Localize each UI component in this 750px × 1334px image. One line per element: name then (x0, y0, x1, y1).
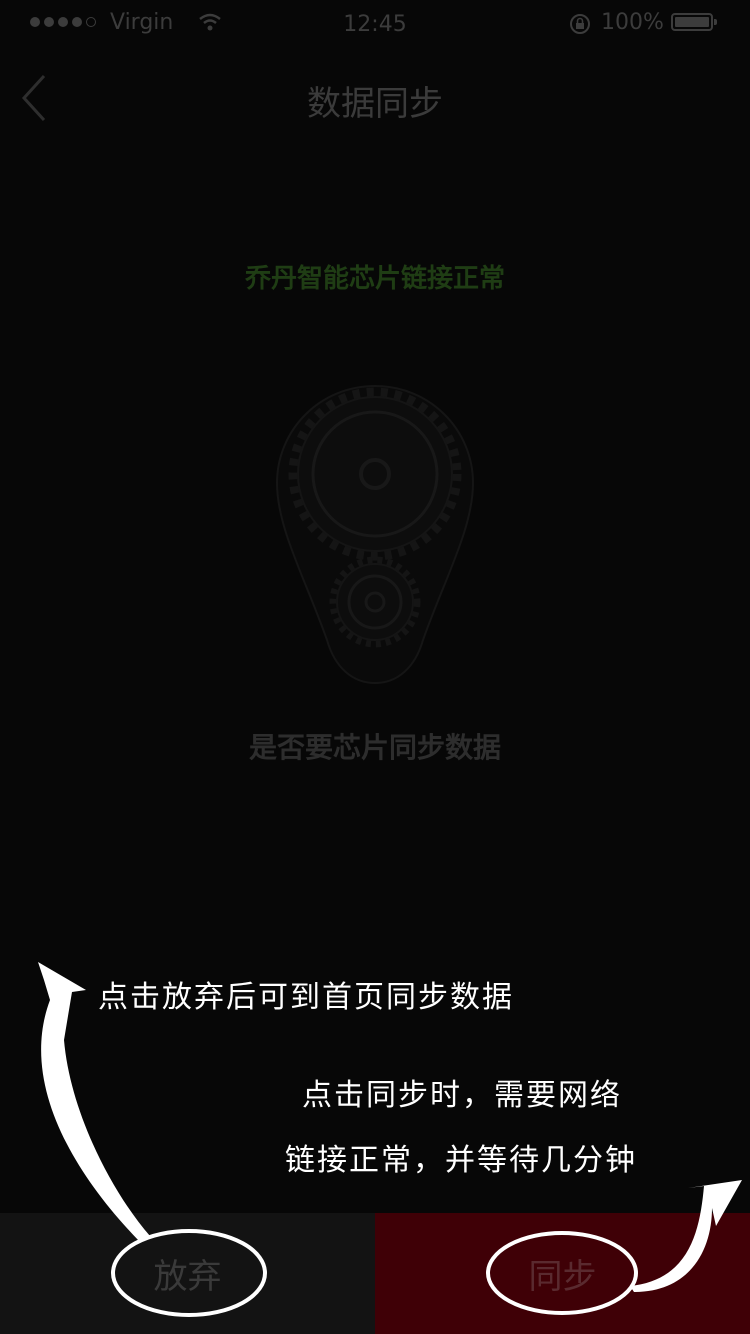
chip-connection-status: 乔丹智能芯片链接正常 (244, 264, 505, 294)
discard-button-label: 放弃 (153, 1257, 222, 1297)
lock-rotation-icon (568, 12, 592, 42)
bottom-action-bar: 放弃 同步 (0, 1213, 750, 1334)
page-title: 数据同步 (307, 84, 443, 124)
nav-bar: 数据同步 (0, 48, 750, 148)
status-bar: Virgin 12:45 100% (0, 0, 750, 48)
gears-icon (265, 378, 485, 688)
battery-percent: 100% (601, 10, 664, 35)
battery-icon (671, 13, 717, 31)
sync-hint-annotation-line2: 链接正常，并等待几分钟 (285, 1143, 637, 1178)
sync-button-label: 同步 (528, 1257, 597, 1297)
discard-hint-annotation: 点击放弃后可到首页同步数据 (98, 980, 514, 1015)
discard-button[interactable]: 放弃 (0, 1213, 375, 1334)
sync-button[interactable]: 同步 (375, 1213, 750, 1334)
sync-hint-annotation-line1: 点击同步时，需要网络 (302, 1078, 622, 1113)
sync-question: 是否要芯片同步数据 (248, 731, 501, 764)
